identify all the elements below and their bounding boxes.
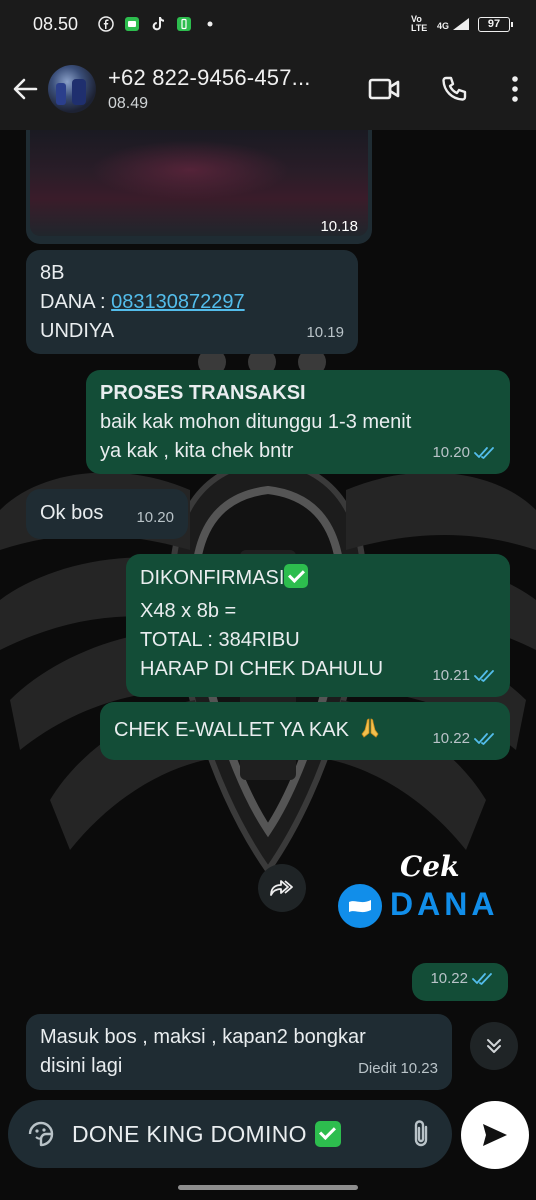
message-time: 10.20 (136, 509, 174, 526)
image-preview (30, 130, 368, 236)
back-arrow-icon (13, 78, 38, 100)
send-icon (483, 1124, 507, 1146)
message-line: CHEK E-WALLET YA KAK (114, 719, 349, 741)
signal-icon: 4G (437, 17, 470, 31)
message-bubble-outgoing[interactable]: CHEK E-WALLET YA KAK 10.22 (100, 702, 510, 760)
message-line: X48 x 8b = (140, 600, 237, 622)
message-time: 10.23 (400, 1060, 438, 1077)
more-notifications-icon (202, 16, 218, 32)
chat-header: +62 822-9456-457... 08.49 (0, 48, 536, 130)
message-meta: 10.21 (432, 661, 496, 690)
send-button[interactable] (461, 1101, 529, 1169)
sticker-caption: Cek (400, 850, 460, 883)
notification-icons (98, 16, 218, 32)
battery-saver-icon (176, 16, 192, 32)
status-bar: 08.50 Vo LTE 4G 97 (0, 0, 536, 48)
attach-button[interactable] (410, 1119, 432, 1149)
network-type: 4G (436, 21, 449, 31)
last-seen: 08.49 (108, 95, 149, 112)
message-time: 10.19 (306, 324, 344, 341)
contact-avatar[interactable] (48, 65, 96, 113)
message-line: Masuk bos , maksi , kapan2 bongkar (40, 1026, 366, 1048)
edited-label: Diedit (358, 1060, 397, 1077)
header-actions (368, 73, 522, 105)
read-ticks-icon (474, 669, 496, 683)
dana-wordmark: DANA (390, 886, 499, 922)
menu-button[interactable] (508, 73, 522, 105)
image-message[interactable]: 10.18 (26, 130, 372, 244)
chat-app-icon (124, 16, 140, 32)
message-time: 10.21 (432, 667, 470, 684)
sticker-icon (28, 1121, 54, 1147)
gesture-navigation-bar[interactable] (178, 1185, 358, 1190)
message-time: 10.22 (430, 970, 468, 987)
message-meta: 10.22 (430, 964, 494, 993)
sticker-time-badge: 10.22 (412, 963, 508, 1001)
message-line: baik kak mohon ditunggu 1-3 menit (100, 411, 412, 433)
forward-button[interactable] (258, 864, 306, 912)
volte-indicator: Vo LTE (410, 14, 428, 33)
paperclip-icon (414, 1120, 428, 1147)
message-title: PROSES TRANSAKSI (100, 382, 306, 404)
message-line: TOTAL : 384RIBU (140, 629, 300, 651)
status-time: 08.50 (33, 13, 79, 34)
message-bubble-incoming[interactable]: Ok bos 10.20 (26, 489, 188, 539)
message-time: 10.22 (432, 730, 470, 747)
sticker-button[interactable] (26, 1119, 56, 1149)
message-line: 8B (40, 262, 65, 284)
read-ticks-icon (474, 732, 496, 746)
message-meta: Diedit 10.23 (358, 1054, 438, 1083)
praying-hands-emoji-icon (358, 716, 382, 749)
system-status: Vo LTE 4G 97 (410, 14, 513, 33)
message-bubble-outgoing[interactable]: PROSES TRANSAKSI baik kak mohon ditunggu… (86, 370, 510, 474)
message-bubble-incoming[interactable]: 8B DANA : 083130872297 UNDIYA 10.19 (26, 250, 358, 354)
facebook-icon (98, 16, 114, 32)
message-text: DIKONFIRMASI (140, 567, 285, 589)
voice-call-button[interactable] (438, 73, 470, 105)
message-line: UNDIYA (40, 320, 115, 342)
dana-label: DANA : (40, 291, 112, 313)
message-line: DANA : 083130872297 (40, 288, 344, 317)
message-meta: 10.20 (432, 438, 496, 467)
message-input[interactable]: DONE KING DOMINO (72, 1121, 341, 1148)
scroll-down-icon (487, 1039, 501, 1053)
message-line: Ok bos (40, 502, 104, 524)
read-ticks-icon (474, 446, 496, 460)
message-bubble-incoming[interactable]: Masuk bos , maksi , kapan2 bongkar disin… (26, 1014, 452, 1090)
message-composer: DONE KING DOMINO (8, 1100, 452, 1168)
phone-number-link[interactable]: 083130872297 (111, 291, 244, 313)
back-button[interactable] (8, 69, 42, 109)
video-call-icon (368, 78, 400, 100)
message-line: DIKONFIRMASI (140, 564, 496, 593)
message-bubble-outgoing[interactable]: DIKONFIRMASI X48 x 8b = TOTAL : 384RIBU … (126, 554, 510, 697)
scroll-to-bottom-button[interactable] (470, 1022, 518, 1070)
battery-icon: 97 (478, 16, 513, 32)
check-mark-emoji-icon (284, 564, 309, 588)
phone-icon (442, 76, 467, 101)
contact-info[interactable]: +62 822-9456-457... 08.49 (108, 65, 311, 113)
message-time: 10.20 (432, 444, 470, 461)
dana-logo-icon (338, 884, 382, 928)
more-vertical-icon (512, 76, 518, 102)
contact-name: +62 822-9456-457... (108, 65, 311, 90)
forward-icon (270, 880, 293, 896)
video-call-button[interactable] (368, 73, 400, 105)
sticker-message[interactable]: Cek DANA (334, 850, 500, 930)
battery-level: 97 (487, 18, 501, 30)
read-ticks-icon (472, 972, 494, 986)
message-time: 10.18 (320, 218, 358, 235)
check-mark-emoji-icon (314, 1121, 341, 1147)
tiktok-icon (150, 16, 166, 32)
message-input-text: DONE KING DOMINO (72, 1120, 307, 1147)
message-meta: 10.22 (432, 724, 496, 753)
